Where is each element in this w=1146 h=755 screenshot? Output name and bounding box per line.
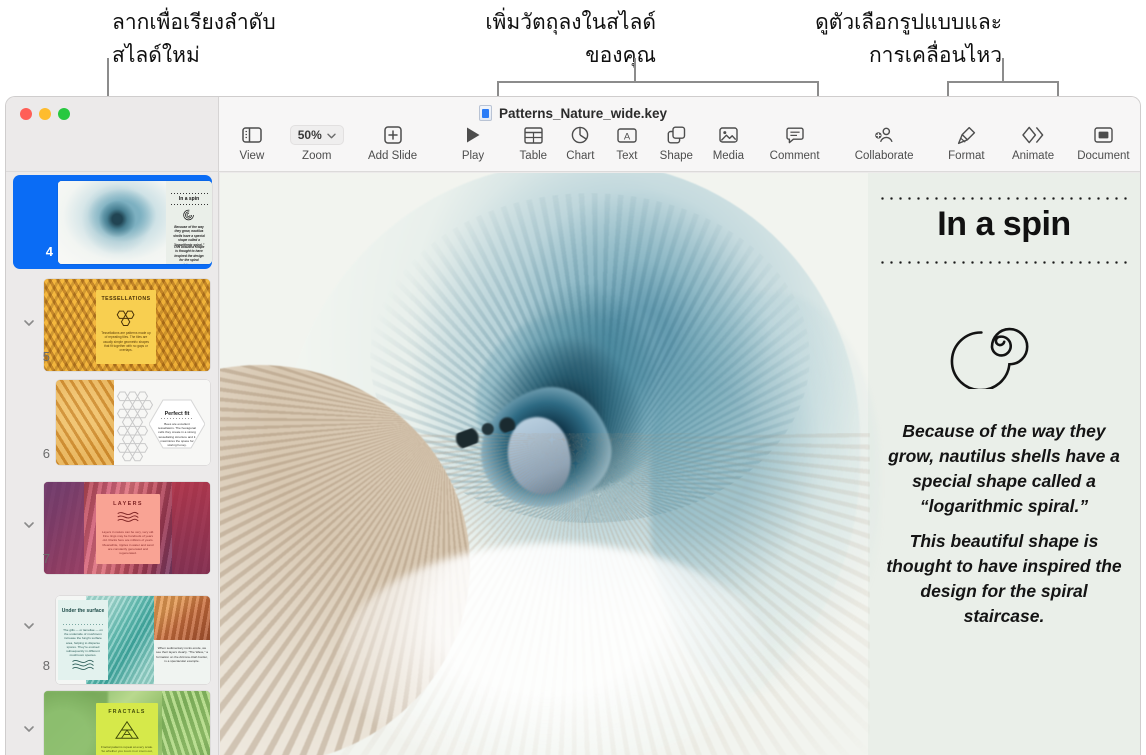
keynote-window: Patterns_Nature_wide.key View 50% <box>6 97 1140 755</box>
toolbar-label-view: View <box>240 150 265 162</box>
slide-text-panel[interactable]: In a spin Because of the way they grow, … <box>868 173 1140 755</box>
slide-thumbnail-6[interactable]: Perfect fit Bees are excellent tessellat… <box>56 380 210 465</box>
toolbar-label-shape: Shape <box>660 150 693 162</box>
slide-navigator[interactable]: In a spin Because of the way they grow, … <box>6 172 219 755</box>
slide-thumbnail-7[interactable]: LAYERS Layers in nature can be very, ver… <box>44 482 210 574</box>
chevron-down-icon[interactable] <box>22 518 36 532</box>
plus-square-icon <box>384 125 402 145</box>
toolbar-label-zoom: Zoom <box>302 150 331 162</box>
leader-line-middle <box>634 58 636 82</box>
slide-thumbnail-row[interactable]: FRACTALS Fractal patterns repeat at ever… <box>6 677 219 755</box>
slide-number-8: 8 <box>28 658 50 673</box>
sidebar-panel-icon <box>242 125 262 145</box>
svg-text:A: A <box>624 131 631 142</box>
slide-canvas[interactable]: In a spin Because of the way they grow, … <box>220 173 1140 755</box>
slide-thumbnail-row[interactable]: TESSELLATIONS Tessellations are patterns… <box>6 273 219 374</box>
toolbar-button-animate[interactable]: Animate <box>999 125 1067 162</box>
slide-number-5: 5 <box>28 349 50 364</box>
screenshot-root: ลากเพื่อเรียงลำดับ สไลด์ใหม่ เพิ่มวัตถุล… <box>0 0 1146 755</box>
toolbar-button-comment[interactable]: Comment <box>754 125 834 162</box>
toolbar-button-play[interactable]: Play <box>436 125 509 162</box>
toolbar-label-animate: Animate <box>1012 150 1054 162</box>
speech-bubble-icon <box>786 125 804 145</box>
shapes-overlap-icon <box>667 125 686 145</box>
photo-image-icon <box>719 125 738 145</box>
toolbar-label-text: Text <box>616 150 637 162</box>
toolbar-button-text[interactable]: A Text <box>604 125 651 162</box>
keynote-document-icon <box>479 105 492 121</box>
toolbar-label-play: Play <box>462 150 484 162</box>
slide-paragraph-2: This beautiful shape is thought to have … <box>880 529 1128 629</box>
toolbar-button-document[interactable]: Document <box>1067 125 1140 162</box>
paintbrush-icon <box>957 125 976 145</box>
toolbar-label-collaborate: Collaborate <box>855 150 914 162</box>
table-grid-icon <box>524 125 543 145</box>
bracket-middle <box>497 81 819 97</box>
diamond-overlap-icon <box>1022 125 1044 145</box>
toolbar-label-comment: Comment <box>770 150 820 162</box>
annotation-format-animate: ดูตัวเลือกรูปแบบและ การเคลื่อนไหว <box>746 6 1002 72</box>
text-box-a-icon: A <box>617 125 637 145</box>
slide-thumbnail-4[interactable]: In a spin Because of the way they grow, … <box>58 181 212 264</box>
logarithmic-spiral-icon[interactable] <box>868 285 1140 389</box>
slide-thumbnail-row[interactable]: In a spin Because of the way they grow, … <box>6 172 219 273</box>
chevron-down-icon <box>327 126 336 144</box>
chevron-down-icon[interactable] <box>22 722 36 736</box>
toolbar-label-add-slide: Add Slide <box>368 150 417 162</box>
play-triangle-icon <box>465 125 481 145</box>
toolbar-button-zoom[interactable]: 50% Zoom <box>285 125 349 162</box>
toolbar-label-table: Table <box>520 150 548 162</box>
toolbar-button-collaborate[interactable]: Collaborate <box>835 125 934 162</box>
toolbar-button-media[interactable]: Media <box>702 125 754 162</box>
slide-thumbnail-row[interactable]: When sedimentary rocks erode, we see the… <box>6 576 219 677</box>
bracket-right <box>947 81 1059 97</box>
slide-title: In a spin <box>868 205 1140 244</box>
person-add-icon <box>874 125 894 145</box>
zoom-value: 50% <box>298 128 322 142</box>
toolbar-button-table[interactable]: Table <box>510 125 558 162</box>
chevron-down-icon[interactable] <box>22 619 36 633</box>
toolbar-button-format[interactable]: Format <box>933 125 999 162</box>
annotation-add-objects: เพิ่มวัตถุลงในสไลด์ ของคุณ <box>420 6 656 72</box>
dotted-rule-bottom <box>878 261 1130 264</box>
slide-number-6: 6 <box>28 446 50 461</box>
zoom-select[interactable]: 50% <box>290 125 344 145</box>
toolbar-button-view[interactable]: View <box>219 125 285 162</box>
slide-paragraph-1: Because of the way they grow, nautilus s… <box>880 419 1128 519</box>
dotted-rule-top <box>878 197 1130 200</box>
slide-number-4: 4 <box>31 244 53 259</box>
window-titlebar: Patterns_Nature_wide.key View 50% <box>6 97 1140 172</box>
slide-thumbnail-row[interactable]: LAYERS Layers in nature can be very, ver… <box>6 475 219 576</box>
slide-thumbnail-5[interactable]: TESSELLATIONS Tessellations are patterns… <box>44 279 210 371</box>
chevron-down-icon[interactable] <box>22 316 36 330</box>
document-title: Patterns_Nature_wide.key <box>499 106 667 121</box>
toolbar: View 50% Zoom <box>219 125 1140 171</box>
toolbar-button-add-slide[interactable]: Add Slide <box>349 125 437 162</box>
annotation-drag-to-reorder: ลากเพื่อเรียงลำดับ สไลด์ใหม่ <box>112 6 342 72</box>
slide-thumbnail-8[interactable]: When sedimentary rocks erode, we see the… <box>56 596 210 684</box>
nautilus-shell-photo <box>220 173 868 755</box>
slide-thumbnail-row[interactable]: Perfect fit Bees are excellent tessellat… <box>6 374 219 475</box>
toolbar-button-chart[interactable]: Chart <box>557 125 604 162</box>
toolbar-label-media: Media <box>713 150 744 162</box>
document-frame-icon <box>1094 125 1113 145</box>
document-title-group[interactable]: Patterns_Nature_wide.key <box>6 105 1140 121</box>
slide-thumbnail-9[interactable]: FRACTALS Fractal patterns repeat at ever… <box>44 691 210 755</box>
toolbar-button-shape[interactable]: Shape <box>650 125 702 162</box>
toolbar-label-format: Format <box>948 150 984 162</box>
leader-line-right <box>1002 58 1004 82</box>
pie-chart-icon <box>571 125 589 145</box>
slide-number-7: 7 <box>28 551 50 566</box>
toolbar-label-document: Document <box>1077 150 1129 162</box>
toolbar-label-chart: Chart <box>566 150 594 162</box>
